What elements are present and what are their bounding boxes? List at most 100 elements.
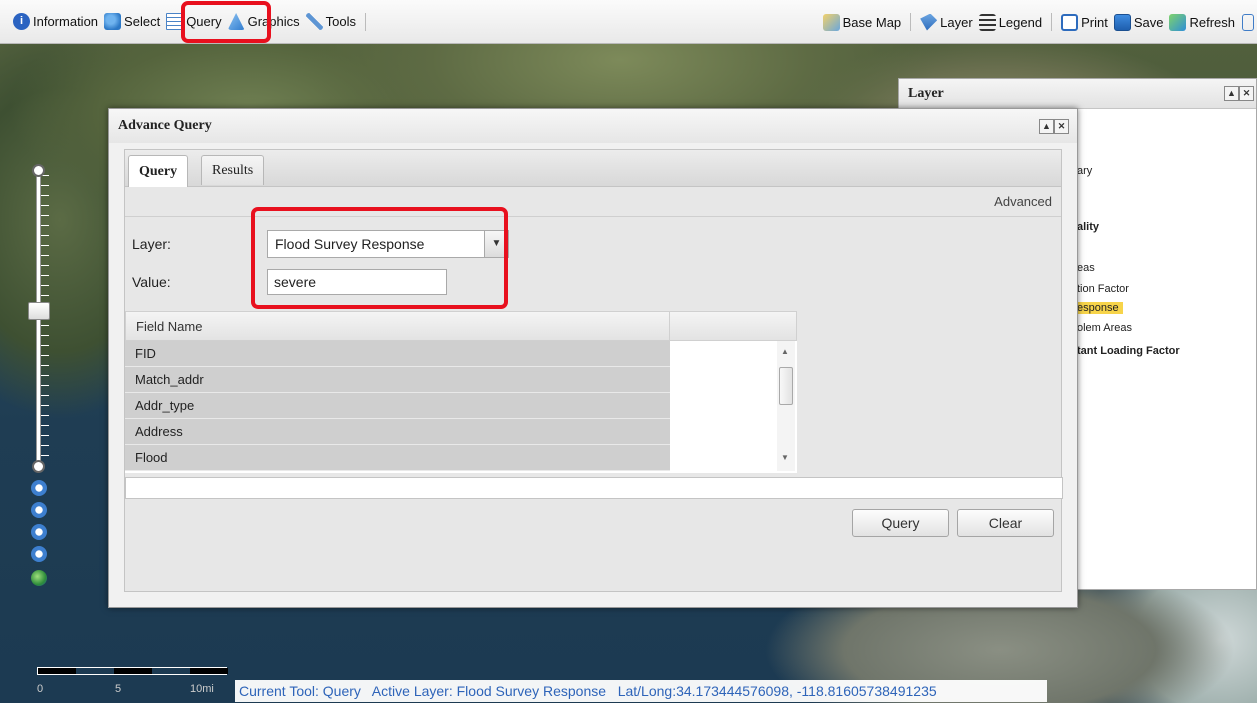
field-name-cell: Flood bbox=[135, 450, 168, 465]
wrench-icon bbox=[305, 13, 323, 30]
value-input[interactable] bbox=[267, 269, 447, 295]
layer-button[interactable]: Layer bbox=[917, 8, 976, 36]
refresh-label: Refresh bbox=[1189, 14, 1235, 30]
scale-bar-segment bbox=[38, 668, 76, 674]
table-row[interactable]: Addr_type bbox=[125, 393, 670, 419]
tab-strip: Query Results bbox=[124, 149, 1062, 187]
scale-label-0: 0 bbox=[37, 683, 44, 695]
information-button[interactable]: i Information bbox=[10, 8, 101, 36]
select-button[interactable]: Select bbox=[101, 8, 163, 36]
zoom-in-icon[interactable] bbox=[31, 480, 47, 496]
layer-list-item[interactable]: ality bbox=[1077, 221, 1099, 233]
layer-label: Layer bbox=[940, 14, 973, 30]
close-icon[interactable]: ✕ bbox=[1239, 86, 1254, 101]
layer-label: Layer: bbox=[132, 236, 171, 252]
full-extent-globe-icon[interactable] bbox=[31, 570, 47, 586]
layer-list-item[interactable]: eas bbox=[1077, 262, 1095, 274]
collapse-icon[interactable]: ▲ bbox=[1224, 86, 1239, 101]
zoom-out-end-button[interactable] bbox=[32, 460, 45, 473]
close-icon[interactable]: ✕ bbox=[1054, 118, 1069, 134]
layer-list-item-selected[interactable]: esponse bbox=[1077, 302, 1123, 314]
chevron-down-icon[interactable]: ▼ bbox=[484, 231, 508, 257]
status-text: Current Tool: Query Active Layer: Flood … bbox=[239, 683, 937, 699]
scrollbar-thumb[interactable] bbox=[779, 367, 793, 405]
zoom-in-end-button[interactable] bbox=[32, 164, 45, 177]
layer-list-item[interactable]: olem Areas bbox=[1077, 322, 1132, 334]
advanced-link[interactable]: Advanced bbox=[994, 194, 1052, 209]
layer-list-item[interactable]: ary bbox=[1077, 165, 1092, 177]
zoom-slider-ticks bbox=[41, 175, 49, 465]
toolbar-divider bbox=[1051, 13, 1053, 31]
grid-header-blank bbox=[670, 311, 797, 341]
dialog-header[interactable]: Advance Query ▲ ✕ bbox=[109, 109, 1077, 143]
grid-scrollbar[interactable]: ▲ ▼ bbox=[777, 341, 795, 471]
select-icon bbox=[104, 13, 122, 30]
grid-header-label: Field Name bbox=[136, 318, 203, 334]
basemap-label: Base Map bbox=[842, 14, 902, 30]
dialog-window-controls: ▲ ✕ bbox=[1039, 118, 1069, 134]
save-icon bbox=[1113, 13, 1131, 31]
layer-panel-title: Layer bbox=[908, 85, 944, 101]
zoom-previous-icon[interactable] bbox=[31, 524, 47, 540]
refresh-button[interactable]: Refresh bbox=[1166, 8, 1238, 36]
dialog-title: Advance Query bbox=[118, 118, 212, 133]
grid-header-field-name[interactable]: Field Name bbox=[125, 311, 670, 341]
table-row[interactable]: Address bbox=[125, 419, 670, 445]
layer-select[interactable]: Flood Survey Response ▼ bbox=[267, 230, 509, 258]
field-name-cell: Address bbox=[135, 424, 183, 439]
print-label: Print bbox=[1081, 14, 1108, 30]
value-label: Value: bbox=[132, 274, 171, 290]
extra-toolbar-icon[interactable] bbox=[1242, 13, 1254, 31]
print-button[interactable]: Print bbox=[1058, 8, 1111, 36]
basemap-icon bbox=[822, 13, 840, 31]
graphics-label: Graphics bbox=[247, 14, 300, 29]
zoom-out-icon[interactable] bbox=[31, 502, 47, 518]
refresh-icon bbox=[1169, 13, 1187, 31]
query-button[interactable]: Query bbox=[163, 8, 224, 36]
tab-query[interactable]: Query bbox=[128, 155, 189, 187]
save-button[interactable]: Save bbox=[1111, 8, 1167, 36]
save-label: Save bbox=[1133, 14, 1164, 30]
layer-panel-window-controls: ▲ ✕ bbox=[1224, 86, 1254, 101]
tools-label: Tools bbox=[325, 14, 356, 29]
table-row[interactable]: Flood bbox=[125, 445, 670, 471]
field-name-cell: Match_addr bbox=[135, 372, 204, 387]
table-row[interactable]: Match_addr bbox=[125, 367, 670, 393]
advance-query-dialog: Advance Query ▲ ✕ Query Results Advanced… bbox=[108, 108, 1078, 608]
scale-label-10mi: 10mi bbox=[190, 683, 214, 695]
layer-select-value: Flood Survey Response bbox=[275, 236, 425, 252]
query-button-dialog[interactable]: Query bbox=[852, 509, 949, 537]
clear-button[interactable]: Clear bbox=[957, 509, 1054, 537]
zoom-next-icon[interactable] bbox=[31, 546, 47, 562]
layer-panel-header: Layer ▲ ✕ bbox=[899, 79, 1256, 109]
scroll-up-icon[interactable]: ▲ bbox=[781, 347, 789, 356]
tab-results[interactable]: Results bbox=[201, 155, 265, 185]
zoom-slider-thumb[interactable] bbox=[28, 302, 50, 320]
layer-list-item[interactable]: tion Factor bbox=[1077, 283, 1129, 295]
status-bar: Current Tool: Query Active Layer: Flood … bbox=[235, 680, 1047, 702]
graphics-button[interactable]: Graphics bbox=[225, 8, 303, 36]
scroll-down-icon[interactable]: ▼ bbox=[781, 453, 789, 462]
legend-label: Legend bbox=[998, 14, 1043, 30]
toolbar-divider bbox=[364, 12, 366, 31]
layer-list-item[interactable]: tant Loading Factor bbox=[1077, 345, 1180, 357]
graphics-icon bbox=[227, 13, 245, 30]
scale-bar-segment bbox=[114, 668, 152, 674]
query-expression-field[interactable] bbox=[125, 477, 1063, 499]
query-tab-content: Advanced Layer: Flood Survey Response ▼ … bbox=[124, 187, 1063, 592]
print-icon bbox=[1061, 13, 1079, 31]
information-label: Information bbox=[33, 14, 99, 29]
tools-button[interactable]: Tools bbox=[303, 8, 359, 36]
layer-icon bbox=[920, 13, 938, 31]
legend-button[interactable]: Legend bbox=[976, 8, 1045, 36]
table-row[interactable]: FID bbox=[125, 341, 670, 367]
field-name-cell: Addr_type bbox=[135, 398, 195, 413]
field-grid: Field Name FID Match_addr Addr_type Addr… bbox=[125, 311, 797, 473]
scale-bar bbox=[37, 667, 228, 675]
main-toolbar: i Information Select Query Graphics Tool… bbox=[0, 0, 1257, 44]
advanced-bar: Advanced bbox=[125, 187, 1061, 217]
legend-icon bbox=[978, 13, 996, 31]
field-name-cell: FID bbox=[135, 346, 156, 361]
collapse-icon[interactable]: ▲ bbox=[1039, 118, 1054, 134]
basemap-button[interactable]: Base Map bbox=[820, 8, 905, 36]
